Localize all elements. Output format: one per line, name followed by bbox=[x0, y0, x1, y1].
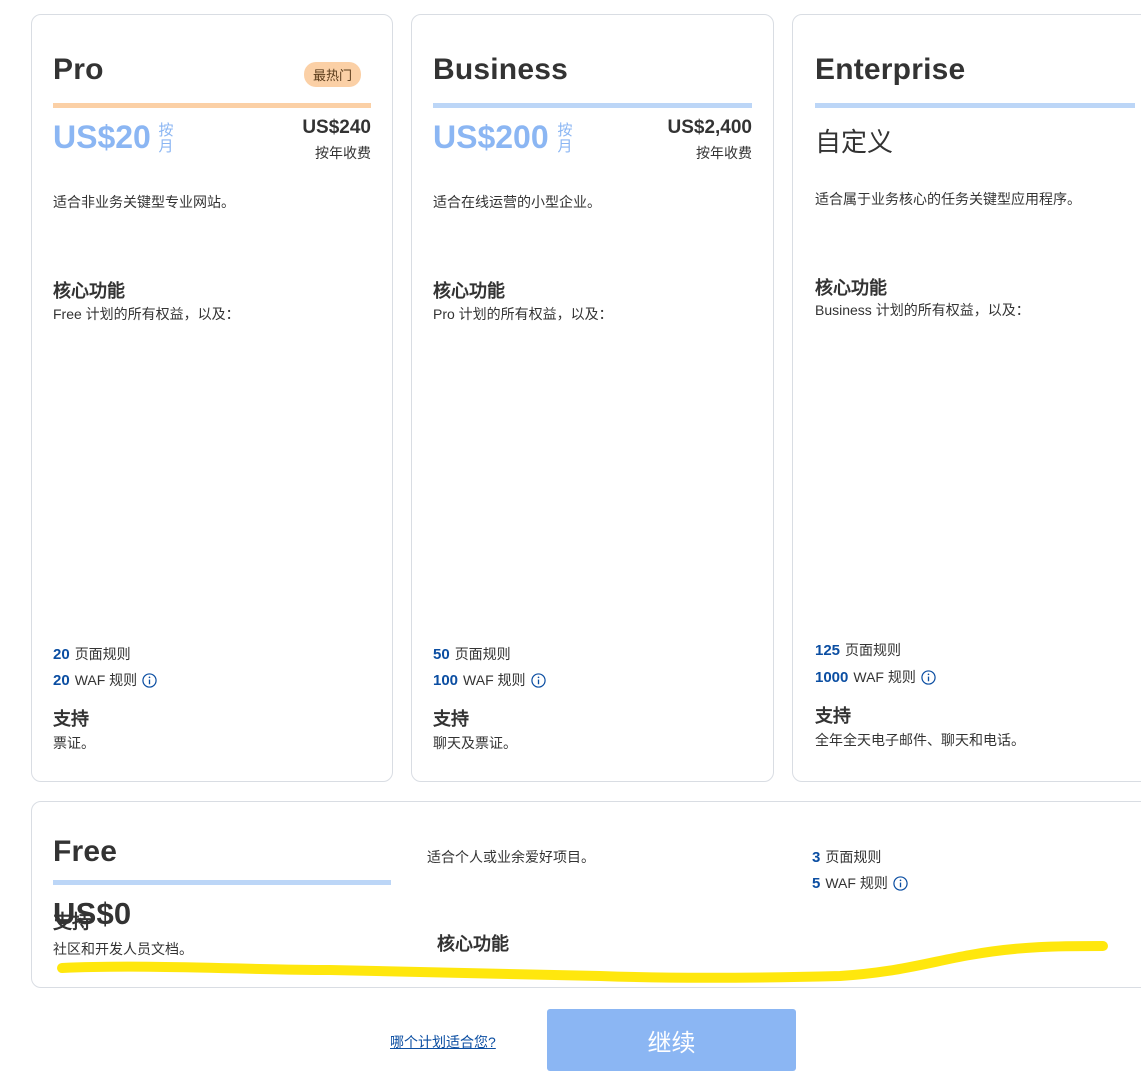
waf-rules-count: 1000 bbox=[815, 668, 849, 686]
plan-card-business[interactable]: Business US$200 按月 US$2,400 按年收费 适合在线运营的… bbox=[411, 14, 774, 782]
core-features-subtitle: Pro 计划的所有权益，以及： bbox=[433, 306, 613, 322]
plan-card-free[interactable]: Free 支持 US$0 社区和开发人员文档。 适合个人或业余爱好项目。 核心功… bbox=[31, 801, 1141, 988]
plan-name: Free bbox=[53, 835, 118, 868]
page-rules-label: 页面规则 bbox=[454, 646, 511, 662]
info-circle-icon[interactable] bbox=[142, 672, 157, 688]
plan-card-pro[interactable]: Pro 最热门 US$20 按月 US$240 按年收费 适合非业务关键型专业网… bbox=[31, 14, 393, 782]
page-rules: 20 页面规则 bbox=[53, 644, 131, 664]
support-heading: 支持 bbox=[815, 706, 851, 726]
core-features-subtitle: Business 计划的所有权益，以及： bbox=[815, 302, 1030, 318]
support-text: 社区和开发人员文档。 bbox=[53, 941, 193, 957]
waf-rules-count: 20 bbox=[53, 671, 70, 689]
page-rules-count: 3 bbox=[812, 848, 821, 866]
annual-note: 按年收费 bbox=[315, 145, 371, 161]
plan-description: 适合属于业务核心的任务关键型应用程序。 bbox=[815, 191, 1081, 207]
waf-rules-label: WAF 规则 bbox=[463, 672, 526, 688]
waf-rules-count: 5 bbox=[812, 874, 821, 892]
waf-rules-label: WAF 规则 bbox=[853, 669, 916, 685]
plan-price: US$20 bbox=[53, 119, 151, 155]
page-rules: 125 页面规则 bbox=[815, 640, 901, 660]
page-rules-count: 125 bbox=[815, 641, 841, 659]
plan-card-enterprise[interactable]: Enterprise 自定义 适合属于业务核心的任务关键型应用程序。 核心功能 … bbox=[792, 14, 1141, 782]
support-text: 全年全天电子邮件、聊天和电话。 bbox=[815, 732, 1025, 748]
price-period: 按月 bbox=[158, 122, 174, 155]
core-features-heading: 核心功能 bbox=[53, 281, 125, 301]
page-rules-count: 20 bbox=[53, 645, 70, 663]
waf-rules: 100 WAF 规则 bbox=[433, 670, 546, 690]
plan-description: 适合非业务关键型专业网站。 bbox=[53, 194, 235, 210]
waf-rules: 20 WAF 规则 bbox=[53, 670, 157, 690]
accent-bar bbox=[53, 880, 391, 885]
core-features-subtitle: Free 计划的所有权益，以及： bbox=[53, 306, 240, 322]
waf-rules: 5 WAF 规则 bbox=[812, 873, 908, 893]
plan-name: Enterprise bbox=[815, 53, 966, 86]
annual-price: US$2,400 bbox=[667, 117, 752, 138]
accent-bar bbox=[53, 103, 371, 108]
waf-rules-count: 100 bbox=[433, 671, 459, 689]
plan-price: 自定义 bbox=[815, 127, 894, 157]
accent-bar bbox=[433, 103, 752, 108]
popular-badge: 最热门 bbox=[304, 62, 362, 87]
core-features-heading: 核心功能 bbox=[437, 934, 509, 954]
accent-bar bbox=[815, 103, 1135, 108]
annual-note: 按年收费 bbox=[696, 145, 752, 161]
page-rules-label: 页面规则 bbox=[845, 642, 902, 658]
annual-price: US$240 bbox=[302, 117, 371, 138]
waf-rules: 1000 WAF 规则 bbox=[815, 667, 936, 687]
plan-description: 适合在线运营的小型企业。 bbox=[433, 194, 601, 210]
support-text: 票证。 bbox=[53, 735, 95, 751]
which-plan-link[interactable]: 哪个计划适合您? bbox=[390, 1032, 496, 1052]
page-rules-label: 页面规则 bbox=[825, 849, 882, 865]
core-features-heading: 核心功能 bbox=[815, 278, 887, 298]
support-text: 聊天及票证。 bbox=[433, 735, 517, 751]
page-rules: 3 页面规则 bbox=[812, 847, 881, 867]
info-circle-icon[interactable] bbox=[921, 669, 936, 685]
support-heading: 支持 bbox=[53, 709, 89, 729]
plan-name: Pro bbox=[53, 53, 104, 86]
info-circle-icon[interactable] bbox=[530, 672, 546, 688]
core-features-heading: 核心功能 bbox=[433, 281, 505, 301]
info-circle-icon[interactable] bbox=[893, 875, 908, 891]
plan-name: Business bbox=[433, 53, 568, 86]
price-period: 按月 bbox=[557, 122, 573, 155]
waf-rules-label: WAF 规则 bbox=[74, 672, 138, 688]
plan-price: US$200 bbox=[433, 119, 549, 155]
support-heading: 支持 bbox=[433, 709, 469, 729]
page-rules-label: 页面规则 bbox=[74, 646, 131, 662]
continue-button[interactable]: 继续 bbox=[547, 1009, 796, 1071]
waf-rules-label: WAF 规则 bbox=[825, 875, 888, 891]
page-rules: 50 页面规则 bbox=[433, 644, 511, 664]
page-rules-count: 50 bbox=[433, 645, 450, 663]
plan-description: 适合个人或业余爱好项目。 bbox=[427, 849, 595, 865]
plan-price: US$0 bbox=[53, 896, 132, 931]
